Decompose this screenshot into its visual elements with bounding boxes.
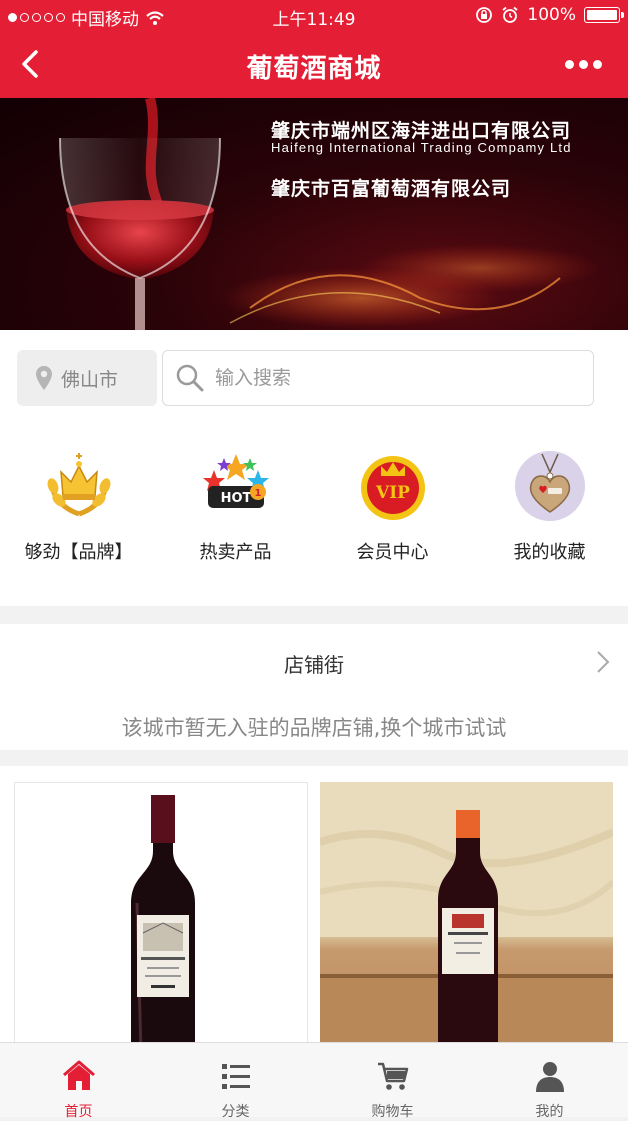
- banner-company-cn-2: 肇庆市百富葡萄酒有限公司: [271, 178, 512, 200]
- heart-tag-icon: [514, 450, 586, 522]
- shop-empty-message: 该城市暂无入驻的品牌店铺,换个城市试试: [121, 716, 507, 740]
- battery-icon: [584, 7, 624, 23]
- location-pin-icon: [36, 366, 52, 390]
- home-icon: [62, 1060, 95, 1090]
- svg-text:HOT: HOT: [220, 491, 251, 506]
- city-name: 佛山市: [61, 368, 119, 391]
- product-card[interactable]: [14, 782, 308, 1052]
- orientation-lock-icon: [476, 7, 493, 23]
- crown-laurel-icon: [43, 450, 115, 522]
- status-bar: 中国移动 上午11:49 100%: [0, 0, 628, 32]
- chevron-right-icon[interactable]: [596, 650, 610, 674]
- bottom-tab-bar: 首页 分类 购物车 我的: [0, 1042, 628, 1120]
- svg-text:VIP: VIP: [375, 483, 410, 503]
- category-brand[interactable]: 够劲【品牌】: [0, 450, 157, 564]
- list-icon: [221, 1064, 250, 1089]
- alarm-icon: [502, 6, 518, 23]
- wine-bottle-image: [320, 782, 613, 1052]
- user-icon: [535, 1062, 564, 1092]
- shop-street-title[interactable]: 店铺街: [0, 649, 628, 678]
- tab-profile[interactable]: 我的: [471, 1043, 628, 1120]
- category-label: 会员中心: [356, 542, 429, 563]
- category-favorites[interactable]: 我的收藏: [471, 450, 628, 564]
- category-label: 我的收藏: [513, 542, 586, 563]
- vip-crown-icon: VIP: [357, 450, 429, 522]
- tab-cart[interactable]: 购物车: [314, 1043, 471, 1120]
- category-member-center[interactable]: VIP 会员中心: [314, 450, 471, 564]
- tab-label: 首页: [64, 1104, 93, 1120]
- wine-bottle-image: [131, 795, 195, 1051]
- hot-sale-icon: HOT 1: [200, 450, 272, 522]
- category-hot-sale[interactable]: HOT 1 热卖产品: [157, 450, 314, 564]
- category-label: 热卖产品: [199, 542, 272, 563]
- category-grid: 够劲【品牌】 HOT 1 热卖产品 VIP 会员中心 我的收藏: [0, 450, 628, 580]
- search-box[interactable]: [162, 350, 594, 406]
- tab-category[interactable]: 分类: [157, 1043, 314, 1120]
- svg-text:1: 1: [254, 488, 261, 499]
- tab-label: 购物车: [371, 1104, 414, 1120]
- tab-home[interactable]: 首页: [0, 1043, 157, 1120]
- product-card[interactable]: [320, 782, 613, 1052]
- tab-label: 我的: [535, 1104, 564, 1120]
- product-list: [0, 766, 628, 1056]
- battery-percent: 100%: [527, 5, 576, 25]
- navigation-bar: 葡萄酒商城: [0, 32, 628, 98]
- cart-icon: [377, 1062, 408, 1090]
- more-options-icon[interactable]: [565, 60, 602, 69]
- banner-company-en: Haifeng International Trading Compamy Lt…: [271, 140, 572, 155]
- tab-label: 分类: [221, 1104, 250, 1120]
- search-input[interactable]: [213, 366, 577, 390]
- banner-company-cn-1: 肇庆市端州区海沣进出口有限公司: [271, 120, 572, 142]
- promo-banner[interactable]: 肇庆市端州区海沣进出口有限公司 Haifeng International Tr…: [0, 98, 628, 330]
- search-icon: [176, 364, 204, 392]
- search-and-categories: 佛山市 够: [0, 330, 628, 606]
- shop-street-section: 店铺街 该城市暂无入驻的品牌店铺,换个城市试试: [0, 624, 628, 750]
- city-selector[interactable]: 佛山市: [17, 350, 157, 406]
- category-label: 够劲【品牌】: [24, 542, 133, 563]
- page-title: 葡萄酒商城: [246, 54, 382, 84]
